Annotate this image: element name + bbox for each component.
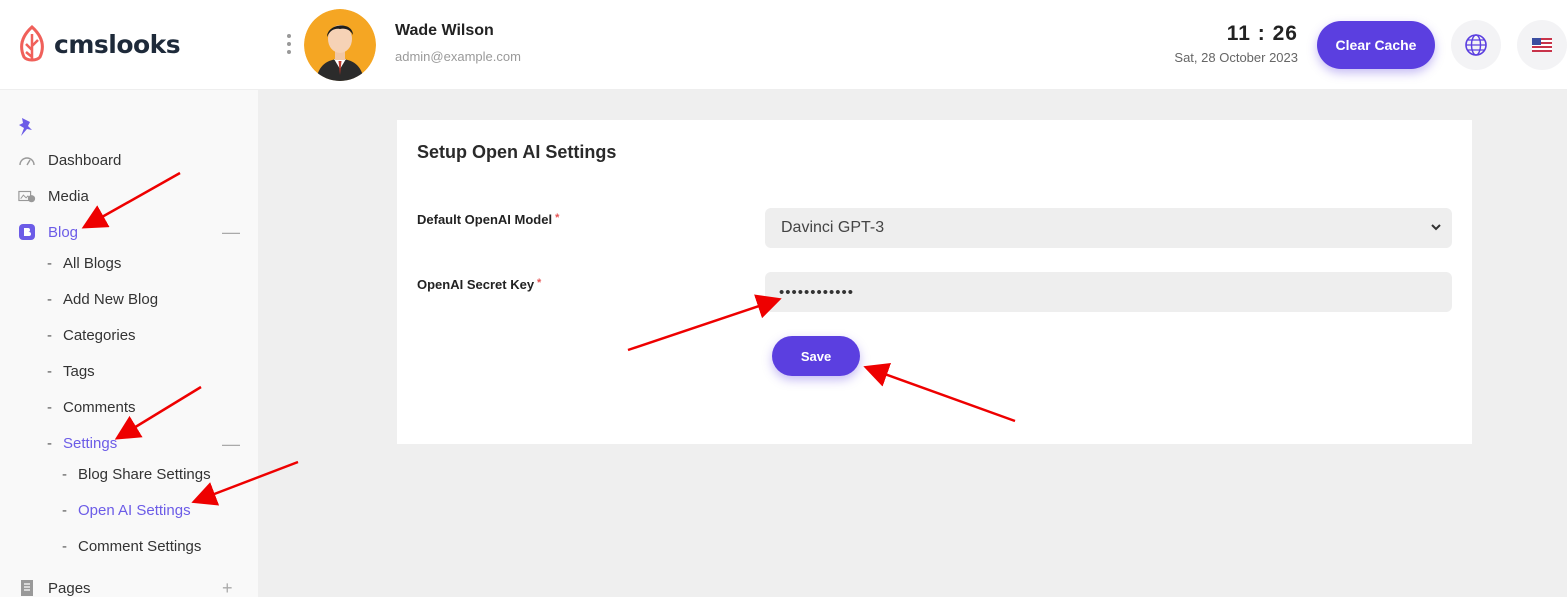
sidebar-subitem-comment-settings[interactable]: - Comment Settings (62, 536, 282, 560)
clear-cache-button[interactable]: Clear Cache (1317, 21, 1435, 69)
top-header: cmslooks Wade Wilson admin@example.com 1… (0, 0, 1567, 90)
sidebar-item-label: Pages (48, 579, 91, 597)
user-name: Wade Wilson (395, 22, 494, 39)
media-icon (18, 187, 36, 205)
chevron-down-icon (1431, 224, 1441, 231)
user-avatar[interactable] (304, 9, 376, 81)
sidebar-item-pages[interactable]: Pages + (0, 576, 258, 597)
gauge-icon (18, 151, 36, 169)
pin-icon[interactable] (16, 116, 36, 138)
logo-text: cmslooks (54, 29, 181, 59)
menu-dots-icon[interactable] (285, 34, 293, 54)
sidebar-item-label: Blog (48, 223, 79, 241)
flag-button[interactable] (1517, 20, 1567, 70)
expand-icon[interactable]: + (222, 579, 233, 597)
logo-leaf-icon (20, 24, 44, 62)
sidebar-item-label: Media (48, 187, 89, 205)
sidebar-subitem-all-blogs[interactable]: - All Blogs (47, 253, 267, 277)
globe-icon (1465, 34, 1487, 56)
collapse-icon[interactable]: — (222, 434, 240, 455)
sidebar-subitem-open-ai-settings[interactable]: - Open AI Settings (62, 500, 282, 524)
sidebar-item-media[interactable]: Media (0, 184, 258, 208)
model-select-value: Davinci GPT-3 (781, 219, 885, 236)
user-email: admin@example.com (395, 49, 521, 64)
sidebar-subitem-blog-share-settings[interactable]: - Blog Share Settings (62, 464, 282, 488)
save-button[interactable]: Save (772, 336, 860, 376)
blog-icon (18, 223, 36, 241)
clock-time: 11 : 26 (1226, 22, 1298, 45)
page-title: Setup Open AI Settings (417, 142, 617, 162)
sidebar-subitem-categories[interactable]: - Categories (47, 325, 267, 349)
clock-date: Sat, 28 October 2023 (1174, 50, 1298, 65)
us-flag-icon (1532, 38, 1552, 52)
secret-key-input[interactable]: •••••••••••• (765, 272, 1452, 312)
sidebar-item-dashboard[interactable]: Dashboard (0, 148, 258, 172)
sidebar-item-blog[interactable]: Blog — (0, 220, 258, 244)
model-label: Default OpenAI Model * (417, 212, 560, 227)
sidebar-subitem-add-new-blog[interactable]: - Add New Blog (47, 289, 267, 313)
language-button[interactable] (1451, 20, 1501, 70)
sidebar-item-label: Dashboard (48, 151, 122, 169)
sidebar-subitem-comments[interactable]: - Comments (47, 397, 267, 421)
model-select[interactable]: Davinci GPT-3 (765, 208, 1452, 248)
brand-logo[interactable]: cmslooks (16, 24, 181, 64)
collapse-icon[interactable]: — (222, 223, 240, 241)
openai-settings-card: Setup Open AI Settings Default OpenAI Mo… (397, 120, 1472, 444)
sidebar-subitem-tags[interactable]: - Tags (47, 361, 267, 385)
pages-icon (18, 579, 36, 597)
secret-key-label: OpenAI Secret Key * (417, 277, 542, 292)
